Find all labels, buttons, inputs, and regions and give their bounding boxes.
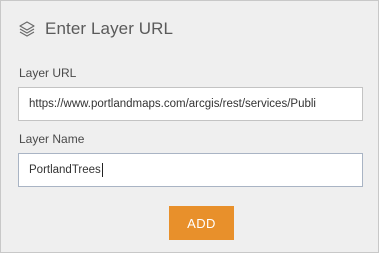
layer-name-input[interactable]: PortlandTrees [18,153,363,187]
layer-url-input[interactable]: https://www.portlandmaps.com/arcgis/rest… [18,87,363,121]
panel-header: Enter Layer URL [18,19,173,39]
layer-name-label: Layer Name [19,132,85,146]
enter-layer-url-panel: Enter Layer URL Layer URL https://www.po… [0,0,379,253]
layer-url-label: Layer URL [19,66,77,80]
layer-name-value: PortlandTrees [29,164,101,176]
layer-url-value: https://www.portlandmaps.com/arcgis/rest… [29,98,316,110]
layers-icon [18,20,36,38]
add-button[interactable]: ADD [169,206,234,240]
text-caret [101,163,103,177]
panel-title: Enter Layer URL [45,19,174,38]
